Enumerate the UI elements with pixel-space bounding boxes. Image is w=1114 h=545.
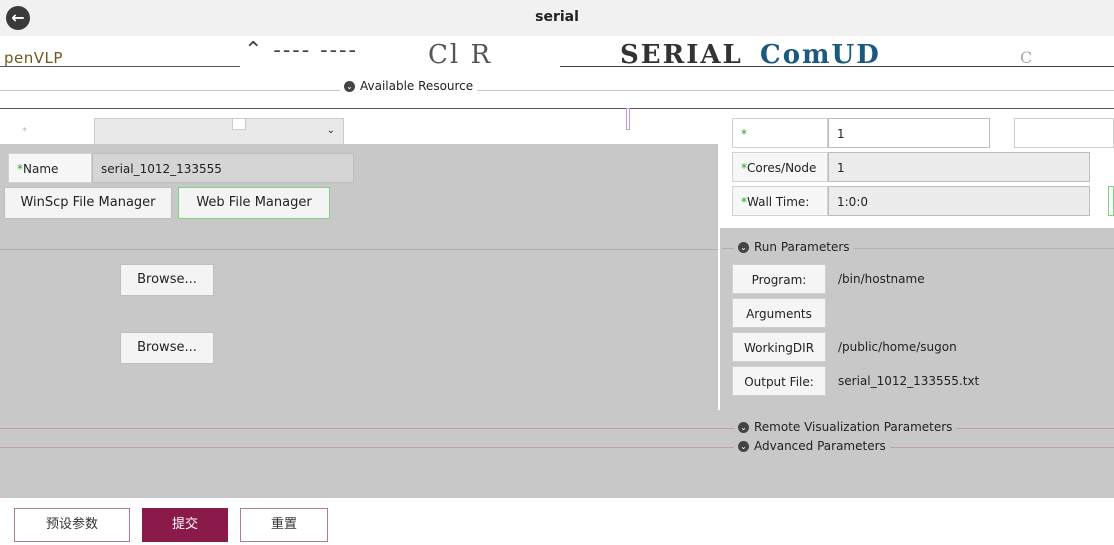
nodes-label: * (732, 118, 828, 148)
workdir-value[interactable]: /public/home/sugon (838, 332, 957, 362)
queue-label: * (22, 126, 27, 137)
walltime-input[interactable]: 1:0:0 (828, 186, 1090, 216)
program-value[interactable]: /bin/hostname (838, 264, 925, 294)
chevron-down-icon: ⌄ (738, 440, 749, 452)
workdir-label: WorkingDIR (732, 332, 826, 362)
banner-divider (560, 66, 1114, 67)
section-remote-visualization[interactable]: ⌄ Remote Visualization Parameters (734, 420, 957, 434)
chevron-down-icon: ⌄ (738, 241, 749, 253)
window-title: serial (535, 9, 579, 25)
preset-parameters-button[interactable]: 预设参数 (14, 508, 130, 542)
output-file-label: Output File: (732, 366, 826, 396)
reset-button[interactable]: 重置 (240, 508, 328, 542)
divider (0, 90, 1114, 91)
arguments-label: Arguments (732, 298, 826, 328)
name-row: *Name serial_1012_133555 (8, 153, 354, 183)
output-file-value[interactable]: serial_1012_133555.txt (838, 366, 979, 396)
section-available-resource[interactable]: ⌄ Available Resource (340, 79, 478, 93)
nodes-input[interactable]: 1 (828, 118, 990, 148)
section-label: Advanced Parameters (754, 439, 886, 453)
browse-button[interactable]: Browse... (120, 264, 214, 296)
section-run-parameters[interactable]: ⌄ Run Parameters (734, 240, 854, 254)
divider (0, 447, 1114, 448)
chevron-down-icon: ⌄ (326, 125, 335, 136)
walltime-label: *Wall Time: (732, 186, 828, 216)
divider (626, 108, 630, 130)
web-file-manager-button[interactable]: Web File Manager (178, 187, 330, 219)
cores-row: *Cores/Node 1 (732, 152, 1090, 182)
section-advanced-parameters[interactable]: ⌄ Advanced Parameters (734, 439, 890, 453)
logo: penVLP (4, 49, 63, 67)
queue-select[interactable]: ⌄ (94, 118, 344, 146)
logo-underline (0, 66, 240, 67)
nodes-row: * 1 (732, 118, 990, 148)
cores-input[interactable]: 1 (828, 152, 1090, 182)
program-label: Program: (732, 264, 826, 294)
banner-ghost-text: Cl R (428, 40, 493, 70)
walltime-row: *Wall Time: 1:0:0 (732, 186, 1090, 216)
cores-label: *Cores/Node (732, 152, 828, 182)
chevron-down-icon: ⌄ (738, 421, 749, 433)
checkbox[interactable] (232, 118, 246, 130)
section-label: Available Resource (360, 79, 474, 93)
divider (0, 249, 718, 250)
banner-ghost-text: C (1020, 48, 1035, 67)
banner-ghost-text: ⌃ ---- ---- (244, 38, 358, 63)
chevron-down-icon: ⌄ (344, 80, 355, 92)
winscp-file-manager-button[interactable]: WinScp File Manager (4, 187, 172, 219)
banner: penVLP ⌃ ---- ---- Cl R SERIAL ComUD C (0, 36, 1114, 74)
nodes-extra (1014, 118, 1114, 148)
section-label: Remote Visualization Parameters (754, 420, 953, 434)
divider (0, 108, 1114, 109)
green-edge (1108, 186, 1114, 216)
title-bar: ← serial (0, 0, 1114, 36)
submit-button[interactable]: 提交 (142, 508, 228, 542)
browse-button[interactable]: Browse... (120, 332, 214, 364)
section-label: Run Parameters (754, 240, 850, 254)
name-input[interactable]: serial_1012_133555 (92, 153, 354, 183)
name-label: *Name (8, 153, 92, 183)
